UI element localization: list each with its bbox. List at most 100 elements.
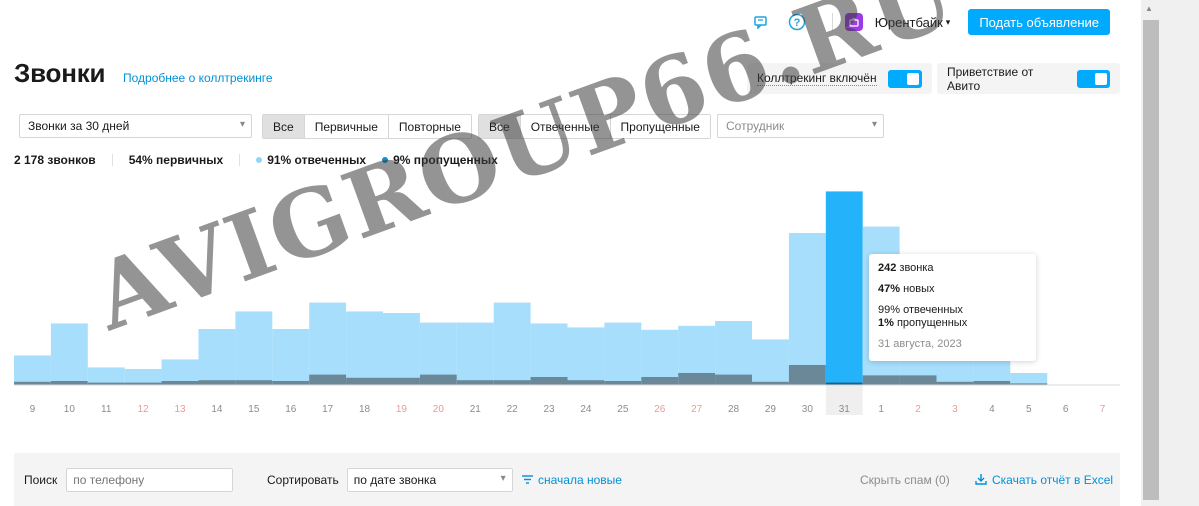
x-tick-label: 15	[248, 404, 260, 415]
bar-missed	[161, 381, 199, 385]
tooltip-new-number: 47%	[878, 283, 901, 295]
vertical-scrollbar[interactable]: ▲	[1141, 0, 1199, 506]
bar-missed	[788, 365, 826, 385]
bar-answered[interactable]	[87, 367, 125, 385]
bar-missed	[715, 374, 752, 385]
x-tick-label: 7	[1100, 404, 1106, 415]
calltracking-toggle-box: Коллтрекинг включён	[747, 63, 932, 94]
bar-answered[interactable]	[567, 327, 605, 385]
sort-label: Сортировать	[267, 473, 339, 487]
tab-type-primary[interactable]: Первичные	[304, 115, 389, 138]
bar-answered[interactable]	[641, 329, 679, 385]
bar-answered[interactable]	[272, 329, 310, 385]
bar-answered[interactable]	[198, 329, 236, 385]
x-tick-label: 9	[30, 404, 36, 415]
tab-status-all[interactable]: Все	[479, 115, 521, 138]
stat-missed-label: 9% пропущенных	[393, 153, 498, 167]
calls-list-filter-bar: Поиск Сортировать по дате звонка ▾ снача…	[14, 453, 1120, 506]
stat-primary: 54% первичных	[128, 153, 224, 167]
page-title: Звонки	[14, 58, 106, 88]
bar-answered[interactable]	[493, 302, 531, 385]
x-tick-label: 3	[952, 404, 958, 415]
post-ad-button[interactable]: Подать объявление	[968, 9, 1110, 35]
hide-spam-toggle[interactable]: Скрыть спам (0)	[860, 468, 950, 492]
tooltip-new: 47% новых	[878, 283, 1027, 296]
tooltip-missed-word: пропущенных	[896, 317, 968, 329]
employee-select-placeholder: Сотрудник	[726, 119, 785, 133]
bar-answered[interactable]	[383, 313, 420, 385]
bar-answered[interactable]	[309, 302, 347, 385]
bar-answered[interactable]	[604, 322, 642, 385]
shop-avatar-icon[interactable]	[844, 13, 863, 31]
bar-answered[interactable]	[346, 311, 383, 385]
greeting-switch[interactable]	[1077, 69, 1110, 88]
user-menu[interactable]: Юрентбайк ▾	[875, 15, 951, 30]
x-tick-label: 18	[359, 404, 371, 415]
x-tick-label: 30	[802, 404, 814, 415]
x-tick-label: 13	[174, 404, 186, 415]
x-tick-label: 31	[839, 404, 851, 415]
tooltip-total: 242 звонка	[878, 262, 1027, 275]
tab-status-answered[interactable]: Отвеченные	[520, 115, 611, 138]
phone-search-input[interactable]	[66, 468, 234, 492]
bar-missed	[862, 375, 900, 385]
sort-order-toggle[interactable]: сначала новые	[522, 468, 622, 492]
chevron-down-icon: ▾	[871, 119, 877, 130]
x-tick-label: 19	[396, 404, 408, 415]
tooltip-missed: 1% пропущенных	[878, 317, 1027, 330]
x-tick-label: 1	[878, 404, 884, 415]
chevron-down-icon: ▾	[945, 16, 951, 27]
bar-missed	[198, 380, 236, 385]
download-excel-link[interactable]: Скачать отчёт в Excel	[975, 468, 1113, 492]
sort-group: Сортировать по дате звонка ▾	[267, 468, 513, 492]
period-select[interactable]: Звонки за 30 дней ▾	[19, 114, 252, 138]
call-status-tabs: Все Отвеченные Пропущенные	[478, 114, 711, 139]
tab-type-all[interactable]: Все	[263, 115, 305, 138]
tab-status-missed[interactable]: Пропущенные	[610, 115, 710, 138]
chart-tooltip: 242 звонка 47% новых 99% отвеченных 1% п…	[869, 254, 1036, 361]
bar-answered[interactable]	[530, 323, 568, 385]
x-tick-label: 17	[322, 404, 334, 415]
scrollbar-thumb[interactable]	[1143, 20, 1159, 500]
bar-answered[interactable]	[235, 311, 273, 385]
bar-answered[interactable]	[752, 339, 789, 385]
x-tick-label: 5	[1026, 404, 1032, 415]
missed-legend-dot	[382, 157, 389, 163]
chat-icon[interactable]	[750, 11, 772, 33]
bar-missed	[530, 377, 568, 385]
sort-select[interactable]: по дате звонка ▾	[346, 468, 513, 492]
x-tick-label: 2	[915, 404, 921, 415]
sort-select-value: по дате звонка	[353, 473, 437, 487]
calltracking-info-link[interactable]: Подробнее о коллтрекинге	[123, 71, 273, 85]
greeting-toggle-box: Приветствие от Авито	[937, 63, 1120, 94]
help-icon[interactable]: ?	[786, 11, 808, 33]
x-tick-label: 20	[433, 404, 445, 415]
stat-divider	[239, 154, 241, 166]
search-label: Поиск	[24, 473, 58, 487]
x-tick-label: 29	[765, 404, 777, 415]
bar-missed	[346, 377, 383, 385]
bar-answered[interactable]	[14, 355, 51, 385]
bar-answered[interactable]	[456, 322, 494, 385]
bar-answered[interactable]	[825, 191, 863, 385]
x-tick-label: 24	[580, 404, 592, 415]
bar-answered[interactable]	[1010, 373, 1048, 385]
calltracking-switch[interactable]	[887, 69, 922, 88]
employee-select[interactable]: Сотрудник ▾	[717, 114, 884, 138]
bar-answered[interactable]	[788, 233, 826, 385]
x-tick-label: 23	[543, 404, 555, 415]
bar-answered[interactable]	[50, 323, 88, 385]
x-tick-label: 26	[654, 404, 666, 415]
x-tick-label: 22	[507, 404, 519, 415]
call-type-tabs: Все Первичные Повторные	[262, 114, 472, 139]
tooltip-total-word: звонка	[899, 262, 934, 274]
tooltip-answered: 99% отвеченных	[878, 304, 963, 316]
scroll-up-icon[interactable]: ▲	[1145, 4, 1153, 13]
tab-type-repeat[interactable]: Повторные	[388, 115, 471, 138]
bar-missed	[493, 380, 531, 385]
x-tick-label: 28	[728, 404, 740, 415]
tooltip-total-number: 242	[878, 262, 897, 274]
bar-missed	[456, 380, 494, 385]
bar-missed	[419, 374, 457, 385]
x-tick-label: 10	[64, 404, 76, 415]
